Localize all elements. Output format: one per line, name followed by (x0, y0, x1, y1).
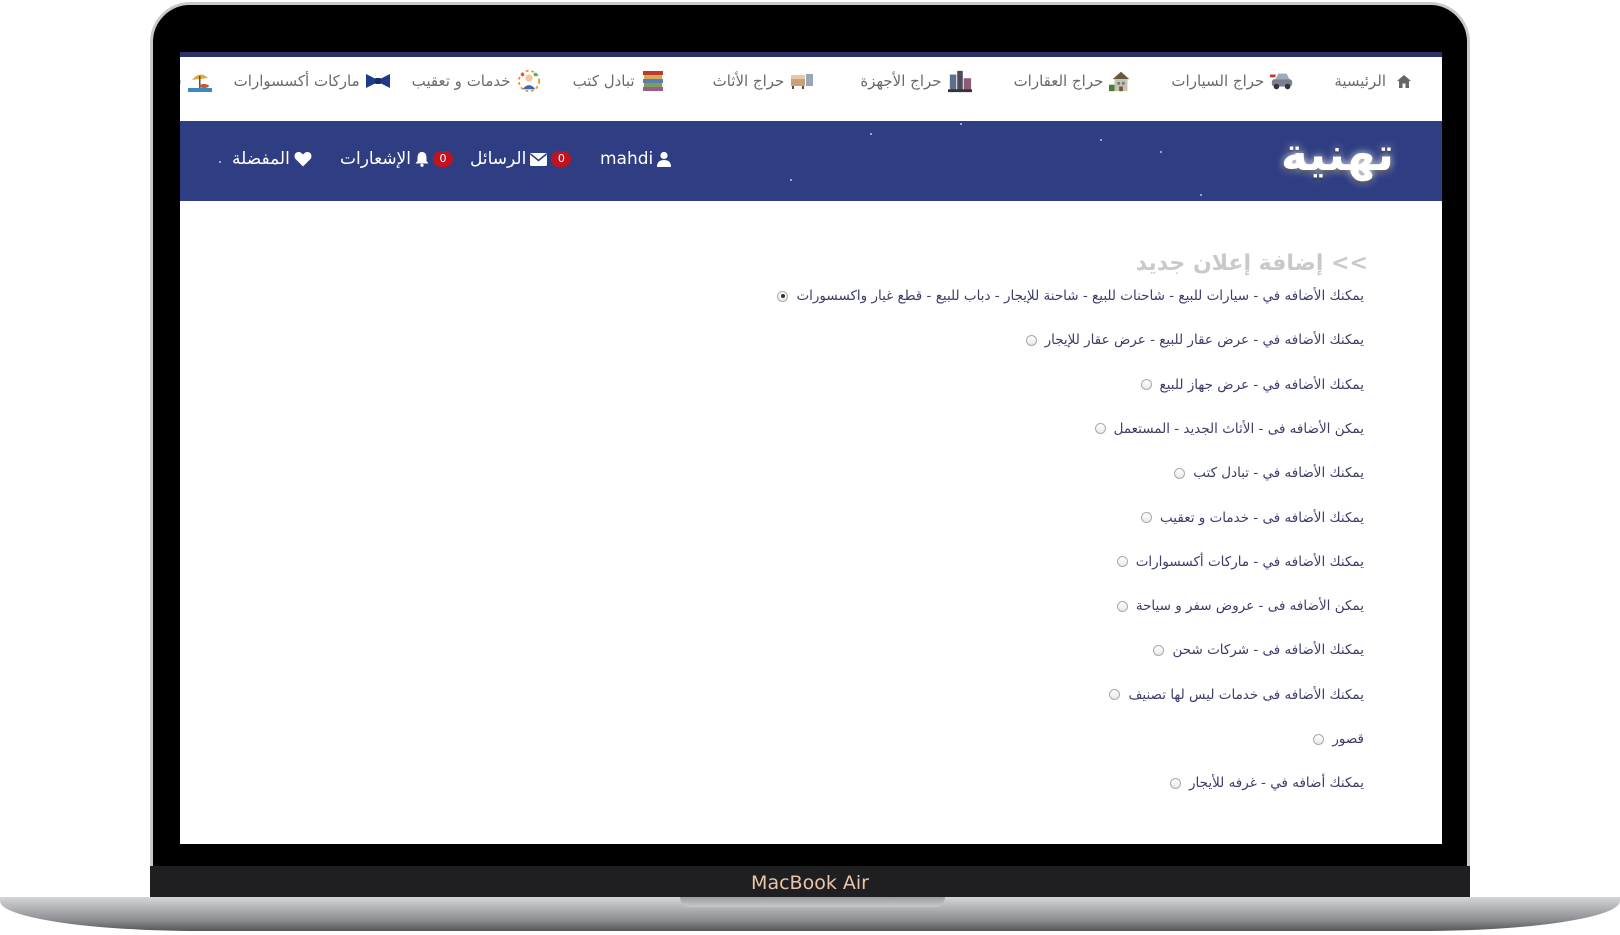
messages-label: الرسائل (470, 149, 527, 169)
category-option[interactable]: يمكنك الأضافه في - سيارات للبيع - شاحنات… (777, 288, 1364, 304)
radio-button[interactable] (1109, 689, 1121, 701)
page-title: >> إضافة إعلان جديد (1135, 251, 1368, 276)
option-label: قصور (1332, 731, 1364, 747)
option-label: يمكن الأضافه فى - عروض سفر و سياحة (1135, 598, 1364, 615)
envelope-icon (530, 152, 548, 166)
bow-tie-icon (365, 69, 390, 93)
radio-button[interactable] (1141, 512, 1153, 523)
option-label: يمكنك الأضافه في - عرض عقار للبيع - عرض … (1044, 332, 1364, 349)
category-nav: الرئيسية حراج السيارات حراج العقارات حراج ا… (180, 57, 1442, 119)
services-icon (517, 69, 541, 93)
books-icon (641, 69, 665, 93)
nav-item-label: سفر و سياحة (180, 72, 182, 90)
category-option[interactable]: يمكنك الأضافه في - عرض عقار للبيع - عرض … (1025, 332, 1364, 349)
category-option[interactable]: يمكنك الأضافه في - ماركات أكسسوارات (1116, 553, 1364, 570)
option-label: يمكنك الأضافه فى خدمات ليس لها تصنيف (1128, 686, 1364, 703)
radio-button[interactable] (1116, 600, 1128, 612)
radio-button[interactable] (1025, 334, 1037, 346)
radio-button[interactable] (1153, 644, 1165, 656)
nav-item-label: خدمات و تعقيب (411, 72, 511, 90)
star-dot (960, 123, 962, 125)
messages-count-badge: 0 (551, 151, 572, 167)
user-name: mahdi (600, 149, 654, 169)
home-icon (1392, 69, 1416, 93)
radio-button[interactable] (1174, 467, 1186, 479)
laptop-hinge-notch (680, 897, 945, 907)
nav-item-label: تبادل كتب (572, 72, 635, 90)
option-label: يمكنك الأضافه فى - خدمات و تعقيب (1160, 509, 1364, 526)
nav-item-label: ماركات أكسسوارات (233, 72, 360, 90)
category-option[interactable]: يمكنك الأضافه في - تبادل كتب (1174, 465, 1364, 481)
notifications-label: الإشعارات (340, 149, 411, 169)
category-option[interactable]: قصور (1313, 731, 1364, 747)
beach-icon (187, 69, 212, 93)
category-option[interactable]: يمكنك الأضافه في - عرض جهاز للبيع (1140, 376, 1364, 393)
header-banner: تهنية mahdi الرسائل 0 الإشعارات 0 المفضل… (180, 121, 1442, 201)
notifications-count-badge: 0 (432, 151, 453, 167)
category-nav-items: الرئيسية حراج السيارات حراج العقارات حراج ا… (180, 69, 1416, 93)
nav-item-label: حراج السيارات (1171, 72, 1265, 90)
option-label: يمكن الأضافه فى - الأثاث الجديد - المستع… (1113, 420, 1364, 437)
category-option[interactable]: يمكنك الأضافه فى خدمات ليس لها تصنيف (1109, 687, 1364, 703)
bell-icon (415, 152, 429, 167)
radio-button[interactable] (777, 290, 789, 302)
radio-button[interactable] (1116, 556, 1128, 568)
category-option[interactable]: يمكنك الأضافه فى - خدمات و تعقيب (1141, 510, 1364, 526)
messages-link[interactable]: الرسائل 0 (470, 149, 572, 169)
devices-icon (947, 69, 972, 93)
nav-item-8[interactable]: ماركات أكسسوارات (234, 69, 390, 93)
option-label: يمكنك أضافه في - غرفه للأيجار (1189, 775, 1364, 792)
star-dot (790, 179, 792, 181)
radio-button[interactable] (1140, 379, 1152, 391)
nav-item-2[interactable]: حراج السيارات (1171, 69, 1294, 93)
option-label: يمكنك الأضافه في - ماركات أكسسوارات (1135, 553, 1364, 570)
nav-item-7[interactable]: خدمات و تعقيب (412, 69, 541, 93)
star-dot (219, 161, 221, 163)
star-dot (870, 133, 872, 135)
screen: الرئيسية حراج السيارات حراج العقارات حراج ا… (180, 52, 1442, 844)
option-label: يمكنك الأضافه في - تبادل كتب (1193, 465, 1364, 482)
user-profile-link[interactable]: mahdi (600, 149, 672, 169)
nav-item-9[interactable]: سفر و سياحة (180, 69, 212, 93)
nav-item-5[interactable]: حراج الأثاث (713, 69, 815, 93)
nav-item-6[interactable]: تبادل كتب (573, 69, 665, 93)
radio-button[interactable] (1170, 777, 1181, 789)
notifications-link[interactable]: الإشعارات 0 (340, 149, 453, 169)
option-label: يمكنك الأضافه في - عرض جهاز للبيع (1159, 376, 1364, 393)
favorites-link[interactable]: المفضلة (232, 149, 312, 169)
category-option[interactable]: يمكن الأضافه فى - الأثاث الجديد - المستع… (1094, 420, 1364, 437)
star-dot (1160, 151, 1162, 153)
star-dot (1200, 194, 1202, 196)
star-dot (1100, 139, 1102, 141)
option-label: يمكنك الأضافه فى - شركات شحن (1172, 642, 1364, 659)
furniture-icon (790, 69, 814, 93)
nav-item-1[interactable]: الرئيسية (1334, 69, 1416, 93)
site-logo[interactable]: تهنية (1281, 127, 1396, 181)
nav-item-label: حراج العقارات (1013, 72, 1104, 90)
heart-icon (294, 152, 312, 167)
car-icon (1270, 69, 1294, 93)
building-icon (1109, 69, 1133, 93)
radio-button[interactable] (1094, 423, 1106, 435)
option-label: يمكنك الأضافه في - سيارات للبيع - شاحنات… (796, 288, 1364, 304)
radio-button[interactable] (1313, 733, 1325, 745)
category-option[interactable]: يمكنك الأضافه فى - شركات شحن (1153, 642, 1364, 658)
nav-item-4[interactable]: حراج الأجهزة (860, 69, 972, 93)
nav-item-label: الرئيسية (1334, 72, 1386, 90)
favorites-label: المفضلة (232, 149, 290, 169)
nav-item-label: حراج الأجهزة (860, 72, 942, 90)
user-icon (657, 151, 672, 167)
category-option[interactable]: يمكن الأضافه فى - عروض سفر و سياحة (1116, 598, 1364, 615)
nav-item-3[interactable]: حراج العقارات (1014, 69, 1134, 93)
nav-item-label: حراج الأثاث (712, 72, 785, 90)
device-model-label: MacBook Air (751, 872, 869, 894)
category-option[interactable]: يمكنك أضافه في - غرفه للأيجار (1170, 775, 1364, 791)
